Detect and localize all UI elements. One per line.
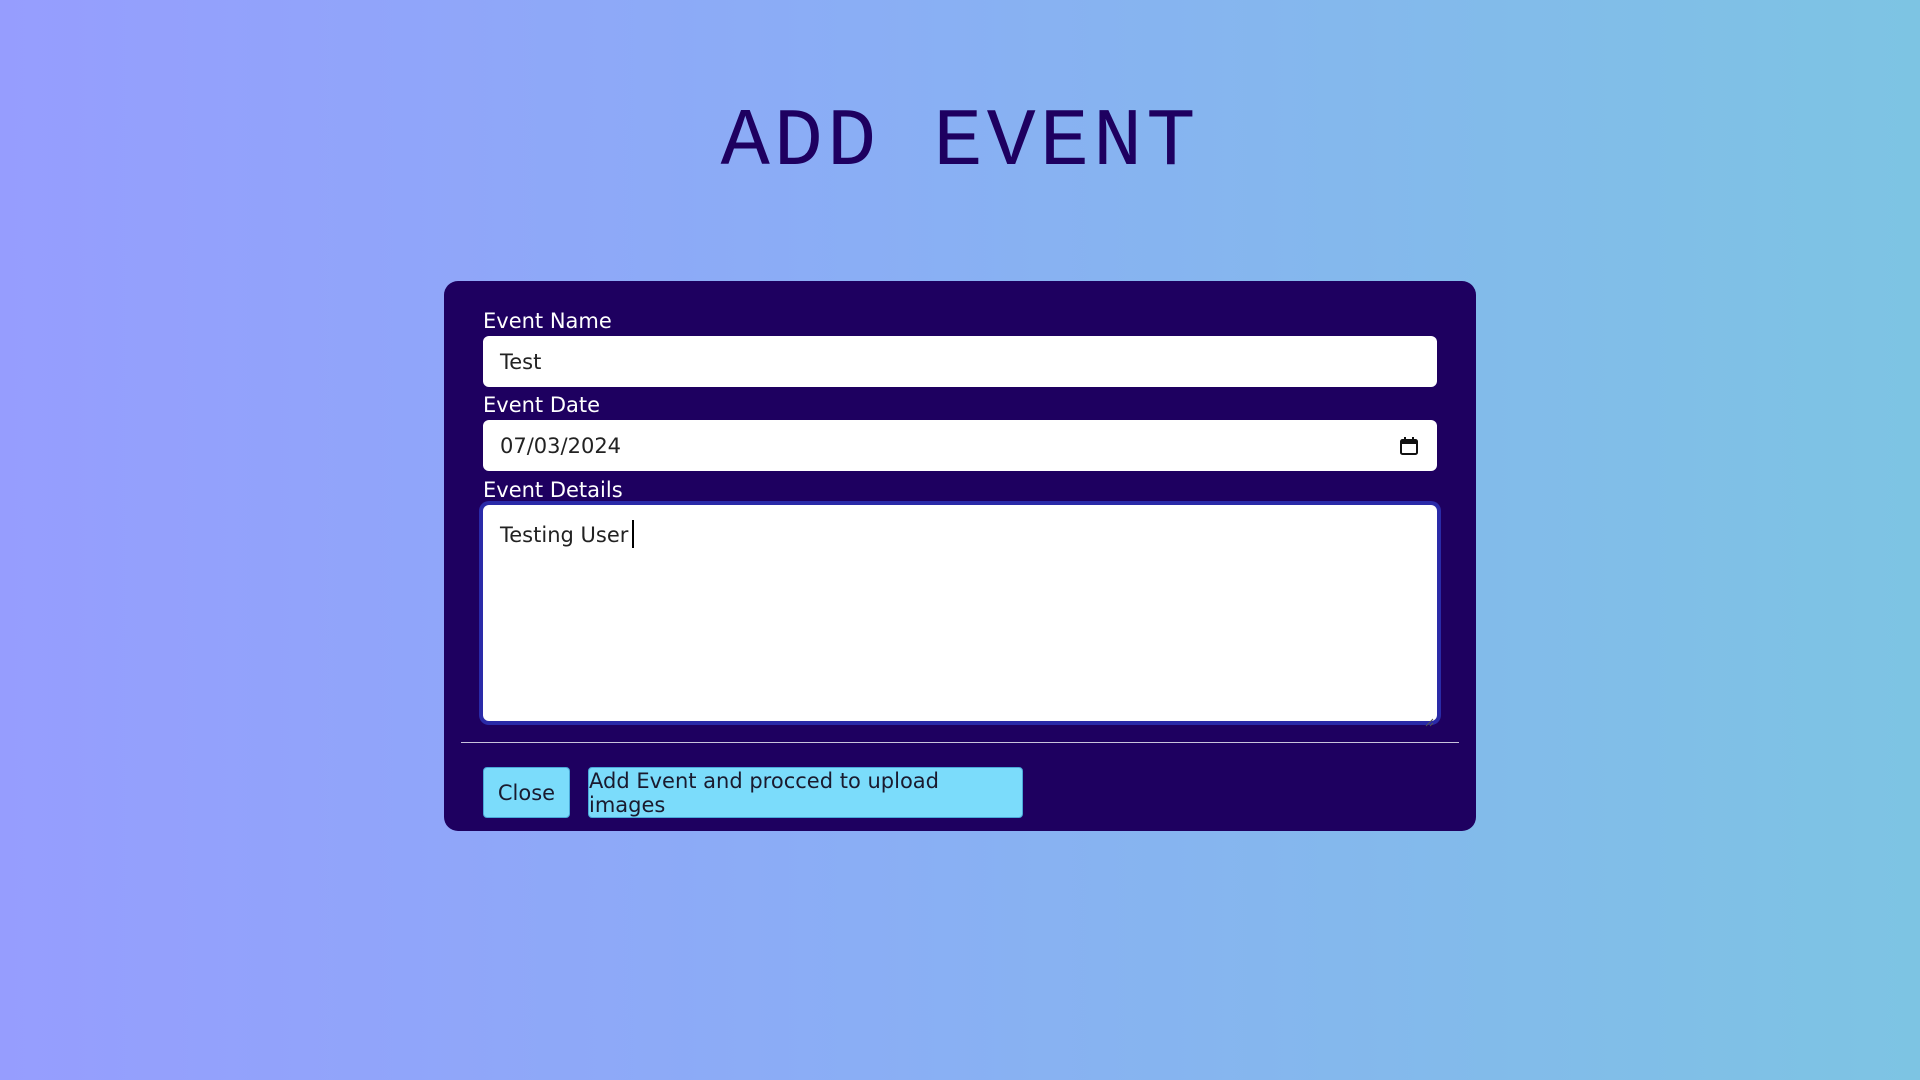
event-name-label: Event Name xyxy=(483,309,612,333)
event-details-label: Event Details xyxy=(483,478,623,502)
event-details-textarea[interactable]: Testing User xyxy=(483,505,1437,727)
resize-grip-icon[interactable] xyxy=(1424,708,1434,727)
close-button[interactable]: Close xyxy=(483,767,570,818)
calendar-icon[interactable] xyxy=(1399,436,1419,456)
event-date-label: Event Date xyxy=(483,393,601,417)
add-event-button[interactable]: Add Event and procced to upload images xyxy=(588,767,1023,818)
page-title: ADD EVENT xyxy=(720,96,1200,189)
add-event-form: Event Name Test Event Date 07/03/2024 Ev… xyxy=(444,281,1476,831)
form-divider xyxy=(461,742,1459,743)
event-details-value: Testing User xyxy=(500,523,629,547)
event-name-value: Test xyxy=(500,349,542,374)
event-date-value: 07/03/2024 xyxy=(500,433,622,458)
text-cursor xyxy=(632,520,635,548)
event-name-input[interactable]: Test xyxy=(483,336,1437,387)
event-date-input[interactable]: 07/03/2024 xyxy=(483,420,1437,471)
